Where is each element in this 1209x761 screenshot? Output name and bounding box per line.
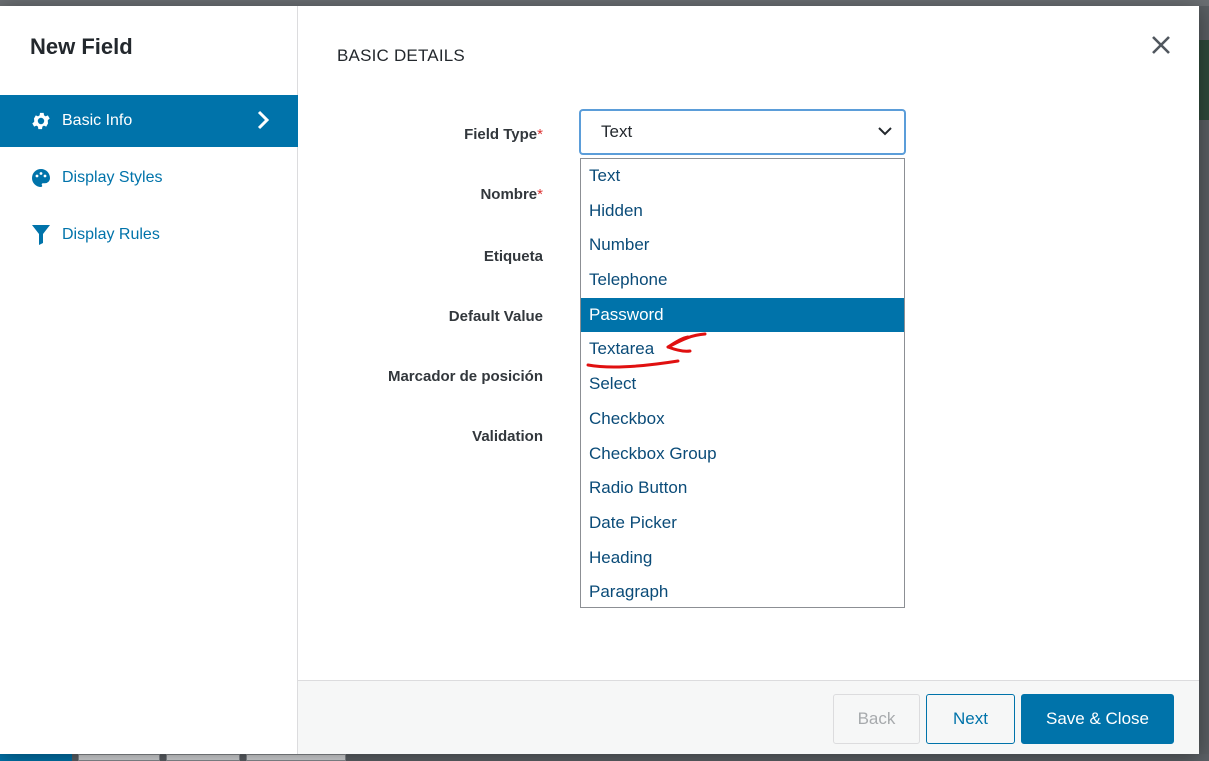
dropdown-option-checkbox-group[interactable]: Checkbox Group — [581, 437, 904, 472]
background-edge — [1199, 40, 1209, 120]
dropdown-option-heading[interactable]: Heading — [581, 541, 904, 576]
background-tab — [78, 754, 160, 761]
background-tab — [0, 754, 72, 761]
sidebar-item-label: Basic Info — [62, 112, 133, 129]
modal-footer: Back Next Save & Close — [298, 680, 1199, 754]
modal-content: BASIC DETAILS Field Type* Nombre* Etique… — [298, 6, 1199, 754]
next-button[interactable]: Next — [926, 694, 1015, 744]
validation-label: Validation — [472, 428, 543, 445]
field-type-dropdown: Text Hidden Number Telephone Password Te… — [580, 158, 905, 608]
modal-title: New Field — [30, 34, 133, 59]
sidebar-item-display-styles[interactable]: Display Styles — [0, 152, 298, 204]
dropdown-option-text[interactable]: Text — [581, 159, 904, 194]
field-type-value: Text — [601, 122, 633, 141]
dropdown-option-number[interactable]: Number — [581, 228, 904, 263]
dropdown-option-radio-button[interactable]: Radio Button — [581, 471, 904, 506]
nombre-label: Nombre* — [480, 186, 543, 203]
placeholder-label: Marcador de posición — [387, 368, 543, 385]
dropdown-option-select[interactable]: Select — [581, 367, 904, 402]
default-value-label: Default Value — [448, 308, 543, 325]
sidebar-item-basic-info[interactable]: Basic Info — [0, 95, 298, 147]
etiqueta-label: Etiqueta — [483, 248, 543, 265]
palette-icon — [30, 167, 52, 189]
required-mark: * — [537, 186, 543, 203]
dropdown-option-telephone[interactable]: Telephone — [581, 263, 904, 298]
section-title: BASIC DETAILS — [337, 46, 465, 65]
background-tab — [246, 754, 346, 761]
field-type-select[interactable]: Text — [580, 110, 905, 154]
chevron-right-icon — [257, 110, 270, 130]
sidebar-item-label: Display Rules — [62, 226, 160, 243]
dropdown-option-checkbox[interactable]: Checkbox — [581, 402, 904, 437]
dropdown-option-password[interactable]: Password — [581, 297, 904, 333]
chevron-down-icon — [878, 127, 892, 136]
sidebar-item-display-rules[interactable]: Display Rules — [0, 209, 298, 261]
filter-icon — [30, 224, 52, 246]
close-icon[interactable] — [1148, 32, 1174, 58]
dropdown-option-textarea[interactable]: Textarea — [581, 332, 904, 367]
save-close-button[interactable]: Save & Close — [1021, 694, 1174, 744]
modal-sidebar: New Field Basic Info Display Styles Disp… — [0, 6, 298, 754]
dropdown-option-paragraph[interactable]: Paragraph — [581, 575, 904, 610]
required-mark: * — [537, 126, 543, 143]
background-tab — [166, 754, 240, 761]
sidebar-item-label: Display Styles — [62, 169, 163, 186]
back-button[interactable]: Back — [833, 694, 920, 744]
dropdown-option-date-picker[interactable]: Date Picker — [581, 506, 904, 541]
new-field-modal: New Field Basic Info Display Styles Disp… — [0, 6, 1199, 754]
field-type-label: Field Type* — [464, 126, 543, 143]
dropdown-option-hidden[interactable]: Hidden — [581, 194, 904, 229]
gear-icon — [30, 110, 52, 132]
